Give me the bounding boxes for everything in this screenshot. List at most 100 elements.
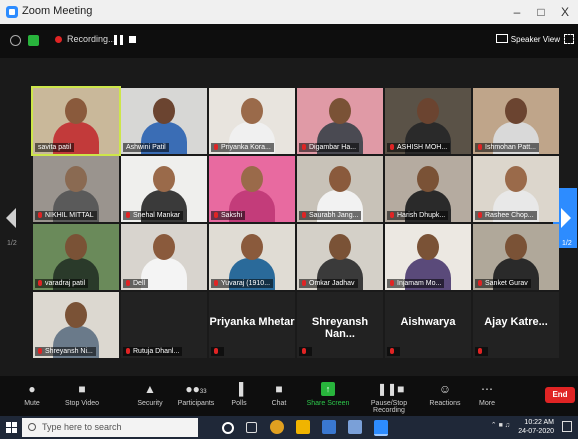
chat-bubble-icon: ■: [275, 382, 283, 396]
previous-page-icon[interactable]: [6, 208, 16, 228]
participant-tile[interactable]: Rutuja Dhanl...: [121, 292, 207, 358]
muted-mic-icon: [478, 212, 482, 218]
participant-name: Injamam Mo...: [387, 279, 445, 288]
muted-mic-icon: [126, 280, 130, 286]
participant-name: Rutuja Dhanl...: [123, 347, 183, 356]
participant-tile[interactable]: Ashwini Patil: [121, 88, 207, 154]
taskbar-search-box[interactable]: Type here to search: [22, 418, 198, 437]
participant-tile[interactable]: Rashee Chop...: [473, 156, 559, 222]
stop-video-button[interactable]: ■ Stop Video: [62, 382, 102, 407]
stop-recording-icon[interactable]: [129, 36, 136, 43]
participant-tile[interactable]: Harish Dhupk...: [385, 156, 471, 222]
store-icon[interactable]: [322, 420, 336, 434]
info-icon[interactable]: [10, 35, 21, 46]
page-indicator-right: 1/2: [562, 240, 572, 247]
participant-display-name: Shreyansh Nan...: [311, 316, 369, 340]
muted-mic-icon: [387, 347, 400, 356]
pause-stop-recording-button[interactable]: ❚❚■ Pause/Stop Recording: [356, 382, 422, 414]
app-icon[interactable]: [348, 420, 362, 434]
participant-tile[interactable]: Yuvaraj (1910...: [209, 224, 295, 290]
muted-mic-icon: [38, 280, 42, 286]
participant-tile[interactable]: Saurabh Jang...: [297, 156, 383, 222]
shield-icon[interactable]: [28, 35, 39, 46]
participant-tile[interactable]: NIKHIL MITTAL: [33, 156, 119, 222]
participant-tile[interactable]: savita patil: [31, 86, 121, 156]
participant-tile[interactable]: Priyanka Mhetar: [209, 292, 295, 358]
end-meeting-button[interactable]: End: [545, 387, 575, 403]
participant-name: NIKHIL MITTAL: [35, 211, 97, 220]
participant-name: Digambar Ha...: [299, 143, 360, 152]
participant-name: Ashwini Patil: [123, 143, 169, 152]
meeting-top-bar: Recording... Speaker View: [0, 24, 578, 58]
participant-name: Priyanka Kora...: [211, 143, 274, 152]
participant-name: Harish Dhupk...: [387, 211, 449, 220]
fullscreen-icon[interactable]: [564, 34, 574, 44]
close-button[interactable]: X: [554, 3, 576, 21]
participants-button[interactable]: ●●33 Participants: [174, 382, 218, 407]
windows-start-icon[interactable]: [6, 422, 17, 433]
participant-name: Ishmohan Patt...: [475, 143, 539, 152]
chrome-icon[interactable]: [270, 420, 284, 434]
system-tray-icons[interactable]: ⌃ ■ ♫: [491, 421, 510, 429]
participant-tile[interactable]: Injamam Mo...: [385, 224, 471, 290]
search-icon: [28, 423, 36, 431]
participant-tile[interactable]: Ishmohan Patt...: [473, 88, 559, 154]
participant-name: Dell: [123, 279, 149, 288]
video-camera-icon: ■: [78, 382, 86, 396]
chat-button[interactable]: ■ Chat: [266, 382, 292, 407]
mute-button[interactable]: ● Mute: [14, 382, 50, 407]
security-button[interactable]: ▲ Security: [134, 382, 166, 407]
participant-tile[interactable]: Aishwarya: [385, 292, 471, 358]
muted-mic-icon: [211, 347, 224, 356]
more-button[interactable]: ⋯ More: [474, 382, 500, 407]
muted-mic-icon: [214, 280, 218, 286]
participant-tile[interactable]: Shreyansh Ni...: [33, 292, 119, 358]
participant-tile[interactable]: Snehal Mankar: [121, 156, 207, 222]
participant-tile[interactable]: Sakshi: [209, 156, 295, 222]
file-explorer-icon[interactable]: [296, 420, 310, 434]
pause-recording-icon[interactable]: [114, 35, 123, 45]
participant-tile[interactable]: Dell: [121, 224, 207, 290]
muted-mic-icon: [38, 212, 42, 218]
participant-name: savita patil: [35, 143, 75, 152]
share-screen-button[interactable]: ↑ Share Screen: [306, 382, 350, 407]
speaker-view-button[interactable]: Speaker View: [496, 34, 560, 44]
participant-tile[interactable]: Ajay Katre...: [473, 292, 559, 358]
share-arrow-icon: ↑: [321, 382, 335, 396]
muted-mic-icon: [302, 144, 306, 150]
recording-indicator: Recording...: [55, 34, 116, 44]
muted-mic-icon: [38, 348, 42, 354]
polls-button[interactable]: ▐ Polls: [226, 382, 252, 407]
video-gallery: 1/2 1/2 savita patil Ashwini Patil Priya…: [0, 58, 578, 376]
meeting-toolbar: ● Mute ■ Stop Video ▲ Security ●●33 Particip…: [0, 376, 578, 416]
participant-tile[interactable]: ASHISH MOH...: [385, 88, 471, 154]
participant-tile[interactable]: Omkar Jadhav: [297, 224, 383, 290]
muted-mic-icon: [126, 212, 130, 218]
microphone-icon: ●: [28, 382, 36, 396]
maximize-button[interactable]: □: [530, 3, 552, 21]
pause-stop-icon: ❚❚■: [377, 382, 405, 396]
notification-icon[interactable]: [562, 421, 572, 432]
reactions-button[interactable]: ☺ Reactions: [428, 382, 462, 407]
windows-taskbar: Type here to search ⌃ ■ ♫ 10:22 AM 24-07…: [0, 416, 578, 439]
muted-mic-icon: [126, 348, 130, 354]
participant-name: Shreyansh Ni...: [35, 347, 96, 356]
participant-tile[interactable]: Shreyansh Nan...: [297, 292, 383, 358]
task-view-icon[interactable]: [246, 422, 257, 433]
participant-tile[interactable]: Priyanka Kora...: [209, 88, 295, 154]
muted-mic-icon: [390, 212, 394, 218]
participant-tile[interactable]: varadraj patil: [33, 224, 119, 290]
minimize-button[interactable]: –: [506, 3, 528, 21]
participant-name: Saurabh Jang...: [299, 211, 362, 220]
page-indicator-left: 1/2: [7, 240, 17, 247]
cortana-icon[interactable]: [222, 422, 234, 434]
muted-mic-icon: [302, 280, 306, 286]
zoom-logo-icon: [6, 6, 18, 18]
shield-icon: ▲: [144, 382, 156, 396]
zoom-taskbar-icon[interactable]: [374, 420, 388, 436]
participant-tile[interactable]: Sanket Gurav: [473, 224, 559, 290]
taskbar-clock[interactable]: 10:22 AM 24-07-2020: [518, 418, 554, 436]
muted-mic-icon: [478, 280, 482, 286]
participant-tile[interactable]: Digambar Ha...: [297, 88, 383, 154]
muted-mic-icon: [390, 280, 394, 286]
